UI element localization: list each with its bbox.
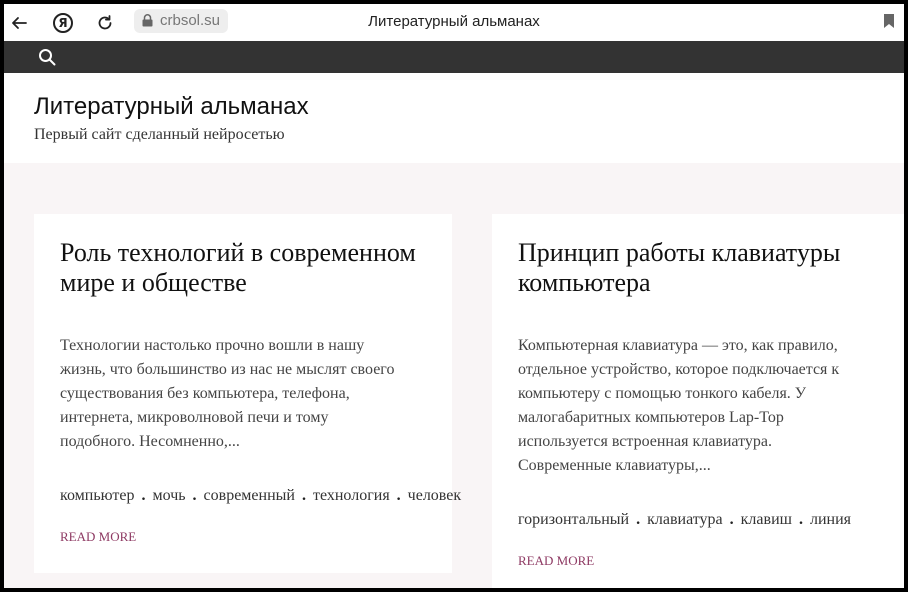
- posts-area: Роль технологий в современном мире и общ…: [4, 163, 904, 588]
- tag-separator: .: [636, 511, 641, 528]
- bookmark-icon[interactable]: [884, 14, 894, 28]
- arrow-left-icon: [12, 17, 27, 29]
- yandex-icon: Я: [53, 13, 73, 33]
- back-button[interactable]: [4, 8, 34, 38]
- tag-link[interactable]: человек: [408, 487, 461, 504]
- post-tags: горизонтальный. клавиатура. клавиш. линия: [518, 511, 851, 529]
- lock-icon: [142, 14, 153, 27]
- post-tags: компьютер. мочь. современный. технология. че…: [60, 487, 461, 505]
- address-bar[interactable]: crbsol.su: [134, 9, 229, 33]
- tag-link[interactable]: мочь: [152, 487, 185, 504]
- site-description: Первый сайт сделанный нейросетью: [34, 126, 285, 143]
- search-icon[interactable]: [38, 48, 56, 66]
- tag-link[interactable]: горизонтальный: [518, 511, 629, 528]
- address-text: crbsol.su: [160, 12, 221, 29]
- read-more-link[interactable]: READ MORE: [518, 553, 594, 569]
- yandex-button[interactable]: Я: [48, 8, 78, 38]
- post-excerpt: Компьютерная клавиатура — это, как прави…: [518, 337, 840, 474]
- reload-icon: [98, 15, 112, 30]
- tag-separator: .: [301, 487, 306, 504]
- tag-separator: .: [396, 487, 401, 504]
- post-card: Роль технологий в современном мире и общ…: [34, 214, 461, 573]
- reload-button[interactable]: [90, 8, 120, 38]
- tag-link[interactable]: линия: [810, 511, 851, 528]
- tag-link[interactable]: клавиш: [741, 511, 792, 528]
- post-card: Принцип работы клавиатуры компьютера Ком…: [492, 214, 904, 588]
- site-navbar: [4, 41, 904, 73]
- tag-link[interactable]: компьютер: [60, 487, 134, 504]
- tag-separator: .: [798, 511, 803, 528]
- browser-window: Я crbsol.su Литературный альманах Литера…: [4, 4, 904, 588]
- browser-toolbar: Я crbsol.su Литературный альманах: [4, 4, 904, 41]
- post-excerpt: Технологии настолько прочно вошли в нашу…: [60, 337, 395, 450]
- tag-link[interactable]: клавиатура: [647, 511, 723, 528]
- tag-separator: .: [729, 511, 734, 528]
- read-more-link[interactable]: READ MORE: [60, 529, 136, 545]
- tag-separator: .: [192, 487, 197, 504]
- site-header: Литературный альманах Первый сайт сделан…: [4, 73, 904, 163]
- tag-link[interactable]: технология: [313, 487, 390, 504]
- site-title[interactable]: Литературный альманах: [34, 93, 309, 121]
- tag-link[interactable]: современный: [204, 487, 295, 504]
- post-title[interactable]: Принцип работы клавиатуры компьютера: [518, 238, 888, 298]
- post-title[interactable]: Роль технологий в современном мире и общ…: [60, 238, 430, 298]
- tag-separator: .: [141, 487, 146, 504]
